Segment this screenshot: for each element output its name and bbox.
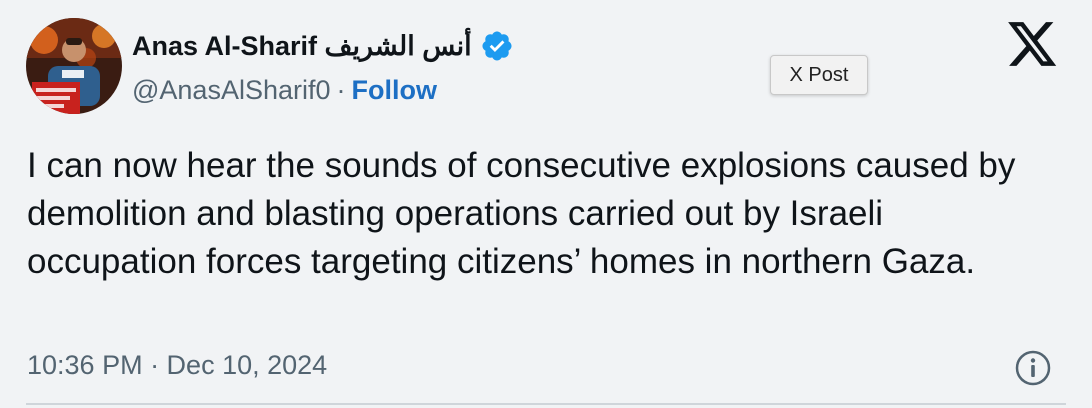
tweet-text: I can now hear the sounds of consecutive… [27,146,1016,281]
display-name[interactable]: Anas Al-Sharif أنس الشريف [132,31,472,62]
follow-button[interactable]: Follow [352,75,437,106]
x-logo-icon[interactable] [1008,22,1058,68]
info-icon[interactable] [1014,349,1052,387]
tweet-embed-card: Anas Al-Sharif أنس الشريف @AnasAlSharif0… [0,0,1092,408]
x-post-tooltip: X Post [770,55,868,95]
handle[interactable]: @AnasAlSharif0 [132,75,331,106]
verified-badge-icon [480,29,514,63]
timestamp[interactable]: 10:36 PM · Dec 10, 2024 [27,350,327,381]
divider [26,403,1066,405]
separator-dot: · [336,74,346,105]
handle-row: @AnasAlSharif0 · Follow [132,72,437,108]
name-row: Anas Al-Sharif أنس الشريف [132,26,514,66]
avatar[interactable] [26,18,122,114]
